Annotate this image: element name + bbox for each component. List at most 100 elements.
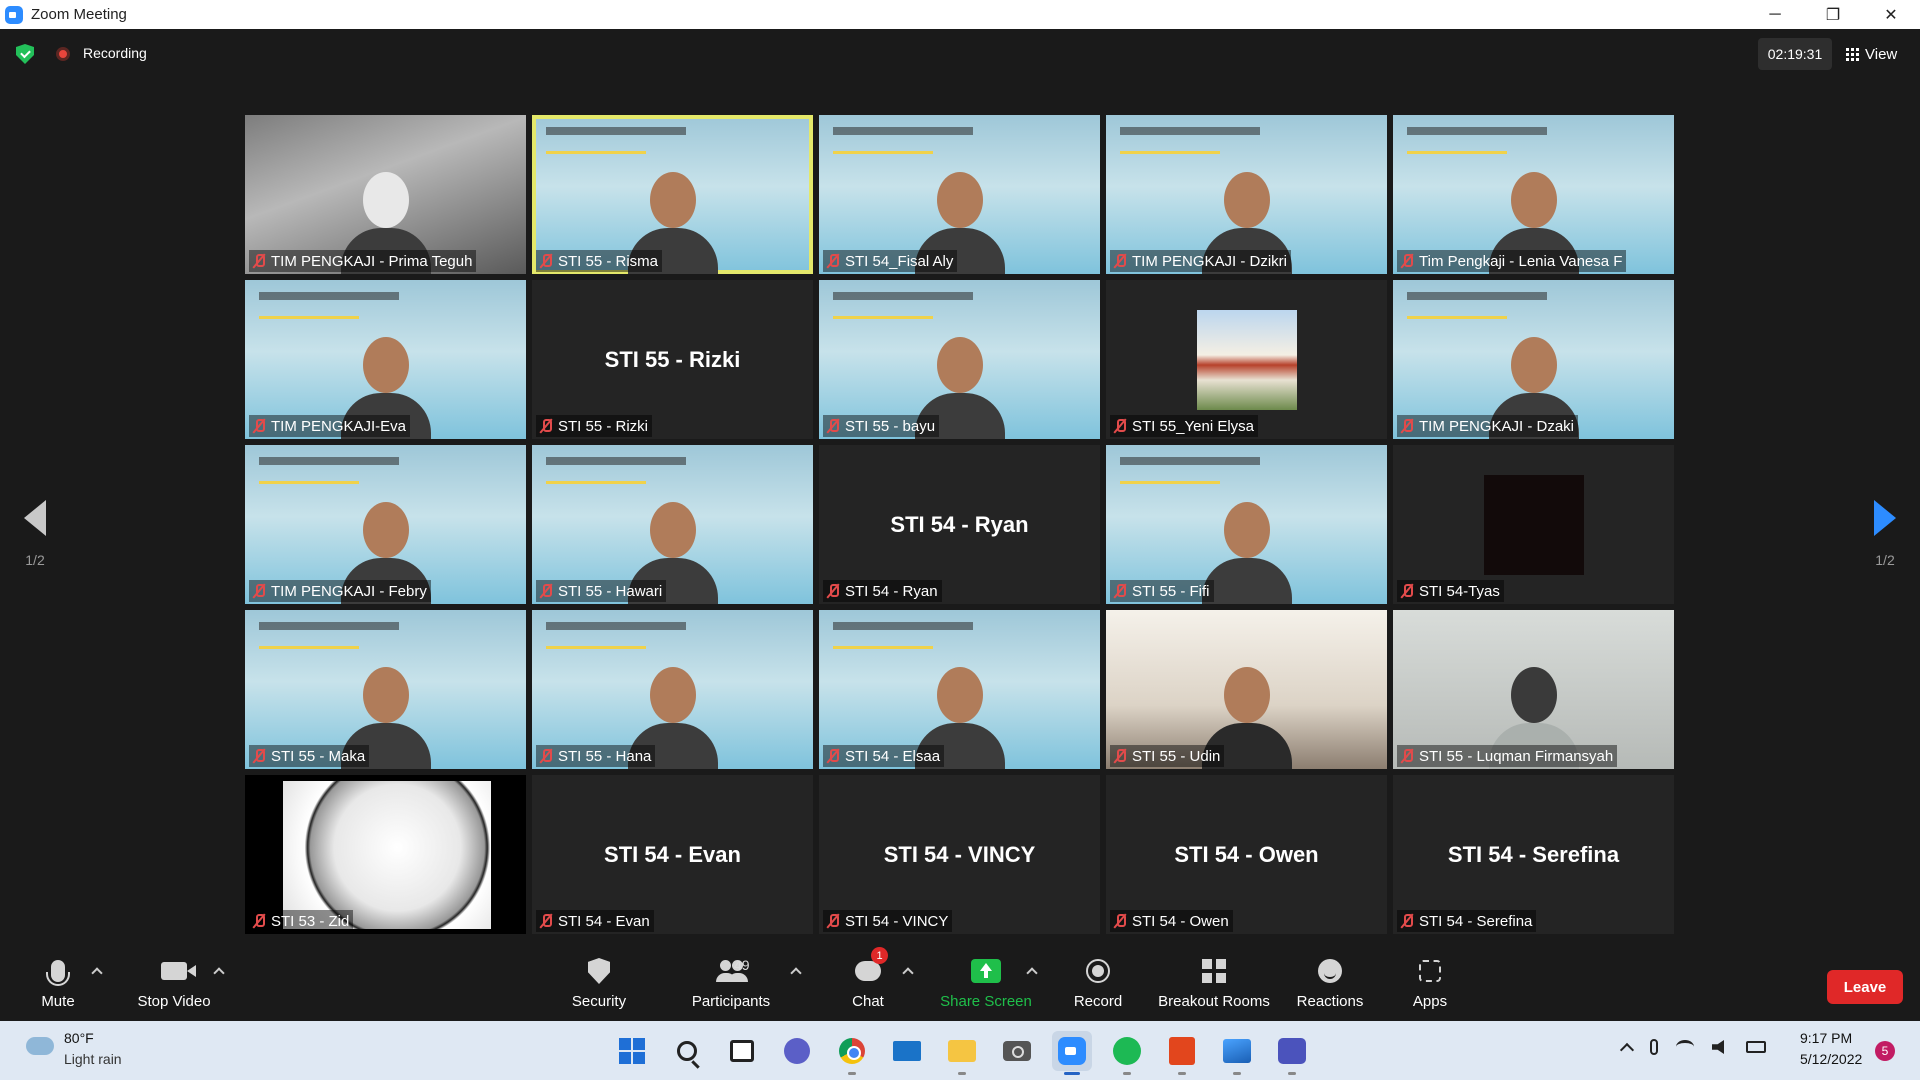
file-explorer-button[interactable] xyxy=(942,1031,982,1075)
window-title: Zoom Meeting xyxy=(31,6,127,23)
teams-app-button[interactable] xyxy=(1272,1031,1312,1075)
next-page-nav[interactable]: 1/2 xyxy=(1850,500,1920,580)
tray-microphone-icon[interactable] xyxy=(1650,1039,1658,1055)
participant-tile[interactable]: STI 55 - Rizki STI 55 - Rizki xyxy=(532,280,813,439)
participant-tile[interactable]: STI 55 - Hana xyxy=(532,610,813,769)
participant-name-label: TIM PENGKAJI - Dzikri xyxy=(1110,250,1292,272)
participant-tile[interactable]: STI 54 - Elsaa xyxy=(819,610,1100,769)
volume-icon[interactable] xyxy=(1712,1040,1724,1054)
participant-tile[interactable]: STI 54 - Serefina STI 54 - Serefina xyxy=(1393,775,1674,934)
minimize-button[interactable]: ─ xyxy=(1746,0,1804,29)
participant-tile[interactable]: STI 55 - Luqman Firmansyah xyxy=(1393,610,1674,769)
participant-tile[interactable]: STI 55 - bayu xyxy=(819,280,1100,439)
participant-tile[interactable]: STI 55 - Risma xyxy=(532,115,813,274)
participant-tile[interactable]: TIM PENGKAJI - Dzaki xyxy=(1393,280,1674,439)
participant-tile[interactable]: STI 54_Fisal Aly xyxy=(819,115,1100,274)
reactions-button[interactable]: Reactions xyxy=(1296,953,1364,1019)
participant-tile[interactable]: STI 55 - Maka xyxy=(245,610,526,769)
weather-description[interactable]: Light rain xyxy=(64,1051,122,1067)
taskbar-clock-time[interactable]: 9:17 PM xyxy=(1800,1030,1852,1046)
leave-button[interactable]: Leave xyxy=(1827,970,1903,1004)
pdf-app-button[interactable] xyxy=(1162,1031,1202,1075)
participant-name: Tim Pengkaji - Lenia Vanesa F xyxy=(1419,252,1623,270)
arrow-left-icon[interactable] xyxy=(24,500,46,536)
participant-tile[interactable]: TIM PENGKAJI - Prima Teguh xyxy=(245,115,526,274)
participant-tile[interactable]: TIM PENGKAJI - Dzikri xyxy=(1106,115,1387,274)
breakout-rooms-button[interactable]: Breakout Rooms xyxy=(1158,953,1270,1019)
participant-name-label: Tim Pengkaji - Lenia Vanesa F xyxy=(1397,250,1627,272)
mic-muted-icon xyxy=(253,253,265,269)
participants-button[interactable]: 49 Participants xyxy=(688,953,774,1019)
mail-app-button[interactable] xyxy=(887,1031,927,1071)
chat-unread-badge: 1 xyxy=(871,947,888,964)
participant-tile[interactable]: STI 54 - Ryan STI 54 - Ryan xyxy=(819,445,1100,604)
audio-options-caret-icon[interactable] xyxy=(91,967,103,979)
participant-tile[interactable]: STI 55 - Udin xyxy=(1106,610,1387,769)
previous-page-nav[interactable]: 1/2 xyxy=(0,500,70,580)
meet-app-button[interactable] xyxy=(777,1031,817,1071)
recording-dot-icon xyxy=(56,47,70,61)
battery-icon[interactable] xyxy=(1746,1041,1766,1053)
record-button[interactable]: Record xyxy=(1073,953,1123,1019)
mic-muted-icon xyxy=(253,748,265,764)
video-gallery: TIM PENGKAJI - Prima Teguh STI 55 - Risma… xyxy=(245,115,1675,934)
mic-muted-icon xyxy=(1401,583,1413,599)
participant-tile[interactable]: STI 55_Yeni Elysa xyxy=(1106,280,1387,439)
search-button[interactable] xyxy=(667,1031,707,1071)
start-button[interactable] xyxy=(612,1031,652,1071)
meeting-toolbar: Mute Stop Video Security 49 Participants… xyxy=(0,947,1920,1021)
participant-tile[interactable]: STI 54 - Evan STI 54 - Evan xyxy=(532,775,813,934)
chrome-app-button[interactable] xyxy=(832,1031,872,1075)
participant-tile[interactable]: STI 54 - VINCY STI 54 - VINCY xyxy=(819,775,1100,934)
photos-app-button[interactable] xyxy=(1217,1031,1257,1075)
chat-options-caret-icon[interactable] xyxy=(902,967,914,979)
participant-tile[interactable]: STI 53 - Zid xyxy=(245,775,526,934)
view-button[interactable]: View xyxy=(1846,38,1897,70)
mic-muted-icon xyxy=(1401,418,1413,434)
title-bar: Zoom Meeting ─ ❐ ✕ xyxy=(0,0,1920,29)
participant-tile[interactable]: STI 55 - Hawari xyxy=(532,445,813,604)
mic-muted-icon xyxy=(253,418,265,434)
mute-button[interactable]: Mute xyxy=(38,953,78,1019)
security-button[interactable]: Security xyxy=(568,953,630,1019)
restore-button[interactable]: ❐ xyxy=(1804,0,1862,29)
participant-tile[interactable]: TIM PENGKAJI-Eva xyxy=(245,280,526,439)
camera-app-button[interactable] xyxy=(997,1031,1037,1071)
participant-name: STI 54 - Ryan xyxy=(845,582,938,600)
arrow-right-icon[interactable] xyxy=(1874,500,1896,536)
rain-cloud-icon[interactable] xyxy=(26,1037,54,1055)
show-hidden-icons-chevron-icon[interactable] xyxy=(1619,1042,1635,1058)
participant-tile[interactable]: TIM PENGKAJI - Febry xyxy=(245,445,526,604)
participant-tile[interactable]: STI 54 - Owen STI 54 - Owen xyxy=(1106,775,1387,934)
share-screen-button[interactable]: Share Screen xyxy=(940,953,1032,1019)
weather-temperature[interactable]: 80°F xyxy=(64,1030,94,1046)
zoom-icon xyxy=(1058,1037,1086,1065)
participant-name-label: STI 55 - Hana xyxy=(536,745,656,767)
video-camera-icon xyxy=(161,962,196,980)
participant-tile[interactable]: STI 55 - Fifi xyxy=(1106,445,1387,604)
participant-name: STI 55 - Luqman Firmansyah xyxy=(1419,747,1614,765)
encryption-shield-icon[interactable] xyxy=(16,44,34,64)
spotify-app-button[interactable] xyxy=(1107,1031,1147,1075)
close-button[interactable]: ✕ xyxy=(1862,0,1920,29)
participant-name-label: STI 53 - Zid xyxy=(249,910,354,932)
participant-name-label: STI 54 - Evan xyxy=(536,910,654,932)
chat-button[interactable]: 1 Chat xyxy=(848,947,888,1019)
grid-icon xyxy=(1846,47,1859,61)
task-view-button[interactable] xyxy=(722,1031,762,1071)
participant-name: STI 54-Tyas xyxy=(1419,582,1500,600)
page-indicator-right: 1/2 xyxy=(1875,552,1895,568)
apps-button[interactable]: Apps xyxy=(1412,953,1448,1019)
taskbar-clock-date[interactable]: 5/12/2022 xyxy=(1800,1051,1862,1067)
participant-tile[interactable]: Tim Pengkaji - Lenia Vanesa F xyxy=(1393,115,1674,274)
notification-count-badge[interactable]: 5 xyxy=(1875,1041,1895,1061)
stop-video-button[interactable]: Stop Video xyxy=(134,953,214,1019)
participant-name-label: STI 55 - Fifi xyxy=(1110,580,1214,602)
wifi-icon[interactable] xyxy=(1676,1040,1694,1054)
participant-tile[interactable]: STI 54-Tyas xyxy=(1393,445,1674,604)
recording-label[interactable]: Recording xyxy=(83,45,147,61)
participants-options-caret-icon[interactable] xyxy=(790,967,802,979)
mic-muted-icon xyxy=(1114,253,1126,269)
video-options-caret-icon[interactable] xyxy=(213,967,225,979)
zoom-app-button[interactable] xyxy=(1052,1031,1092,1075)
